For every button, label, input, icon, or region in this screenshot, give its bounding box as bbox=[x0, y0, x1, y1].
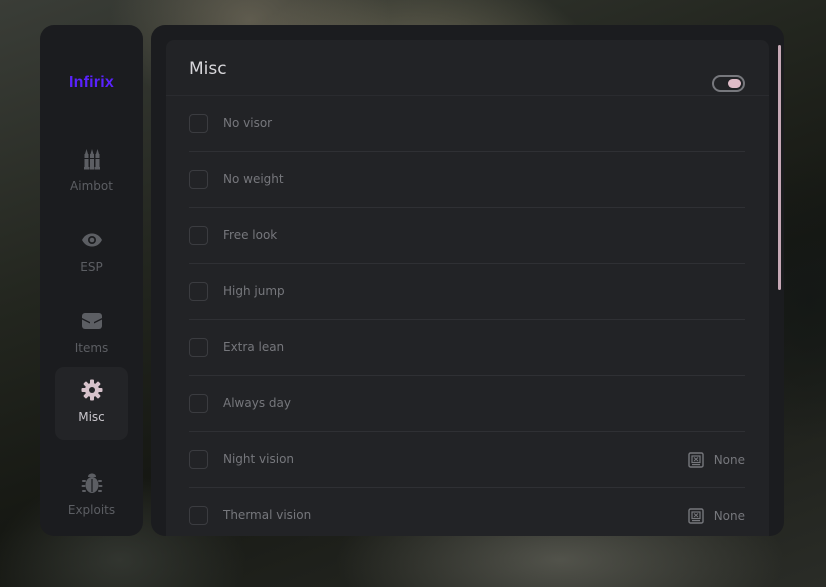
sidebar: Infirix Aimbot ESP Items Misc Exploits bbox=[40, 25, 143, 536]
option-label: Extra lean bbox=[223, 340, 285, 354]
option-row-free-look[interactable]: Free look bbox=[189, 208, 745, 264]
main-panel: Misc No visor No weight Free look High j… bbox=[151, 25, 784, 536]
option-row-extra-lean[interactable]: Extra lean bbox=[189, 320, 745, 376]
misc-enable-toggle[interactable] bbox=[712, 75, 745, 92]
keybind-label: None bbox=[713, 509, 745, 523]
sidebar-item-label: Items bbox=[74, 341, 109, 355]
checkbox[interactable] bbox=[189, 170, 208, 189]
option-row-high-jump[interactable]: High jump bbox=[189, 264, 745, 320]
sidebar-item-label: Aimbot bbox=[70, 179, 113, 193]
checkbox[interactable] bbox=[189, 282, 208, 301]
option-label: Free look bbox=[223, 228, 278, 242]
sidebar-item-label: ESP bbox=[80, 260, 103, 274]
checkbox[interactable] bbox=[189, 506, 208, 525]
checkbox[interactable] bbox=[189, 338, 208, 357]
sidebar-item-esp[interactable]: ESP bbox=[55, 217, 128, 290]
keybind-label: None bbox=[713, 453, 745, 467]
keybind-selector[interactable]: None bbox=[687, 506, 745, 526]
sidebar-item-label: Exploits bbox=[67, 503, 116, 517]
checkbox[interactable] bbox=[189, 450, 208, 469]
option-label: No visor bbox=[223, 116, 273, 130]
brand-logo: Infirix bbox=[69, 74, 114, 91]
option-label: Thermal vision bbox=[223, 508, 312, 522]
checkbox[interactable] bbox=[189, 114, 208, 133]
keyboard-key-icon bbox=[687, 452, 704, 468]
misc-settings-card: Misc No visor No weight Free look High j… bbox=[166, 40, 769, 536]
sidebar-item-label: Misc bbox=[78, 410, 105, 424]
eye-icon bbox=[55, 228, 128, 252]
sidebar-item-items[interactable]: Items bbox=[55, 298, 128, 371]
checkbox[interactable] bbox=[189, 226, 208, 245]
option-label: Always day bbox=[223, 396, 291, 410]
option-row-always-day[interactable]: Always day bbox=[189, 376, 745, 432]
option-row-no-weight[interactable]: No weight bbox=[189, 152, 745, 208]
bullets-icon bbox=[55, 147, 128, 171]
option-label: High jump bbox=[223, 284, 285, 298]
keyboard-key-icon bbox=[687, 508, 704, 524]
sidebar-item-aimbot[interactable]: Aimbot bbox=[55, 136, 128, 209]
option-label: No weight bbox=[223, 172, 284, 186]
checkbox[interactable] bbox=[189, 394, 208, 413]
scrollbar-thumb[interactable] bbox=[778, 45, 781, 290]
wallet-icon bbox=[55, 309, 128, 333]
bug-icon bbox=[55, 471, 128, 495]
keybind-selector[interactable]: None bbox=[687, 450, 745, 470]
gear-icon bbox=[55, 378, 128, 402]
sidebar-item-misc[interactable]: Misc bbox=[55, 367, 128, 440]
option-row-thermal-vision[interactable]: Thermal vision None bbox=[189, 488, 745, 536]
sidebar-item-exploits[interactable]: Exploits bbox=[55, 460, 128, 533]
option-row-night-vision[interactable]: Night vision None bbox=[189, 432, 745, 488]
option-label: Night vision bbox=[223, 452, 295, 466]
page-title: Misc bbox=[189, 59, 227, 79]
toggle-knob bbox=[728, 79, 741, 88]
option-row-no-visor[interactable]: No visor bbox=[189, 96, 745, 152]
